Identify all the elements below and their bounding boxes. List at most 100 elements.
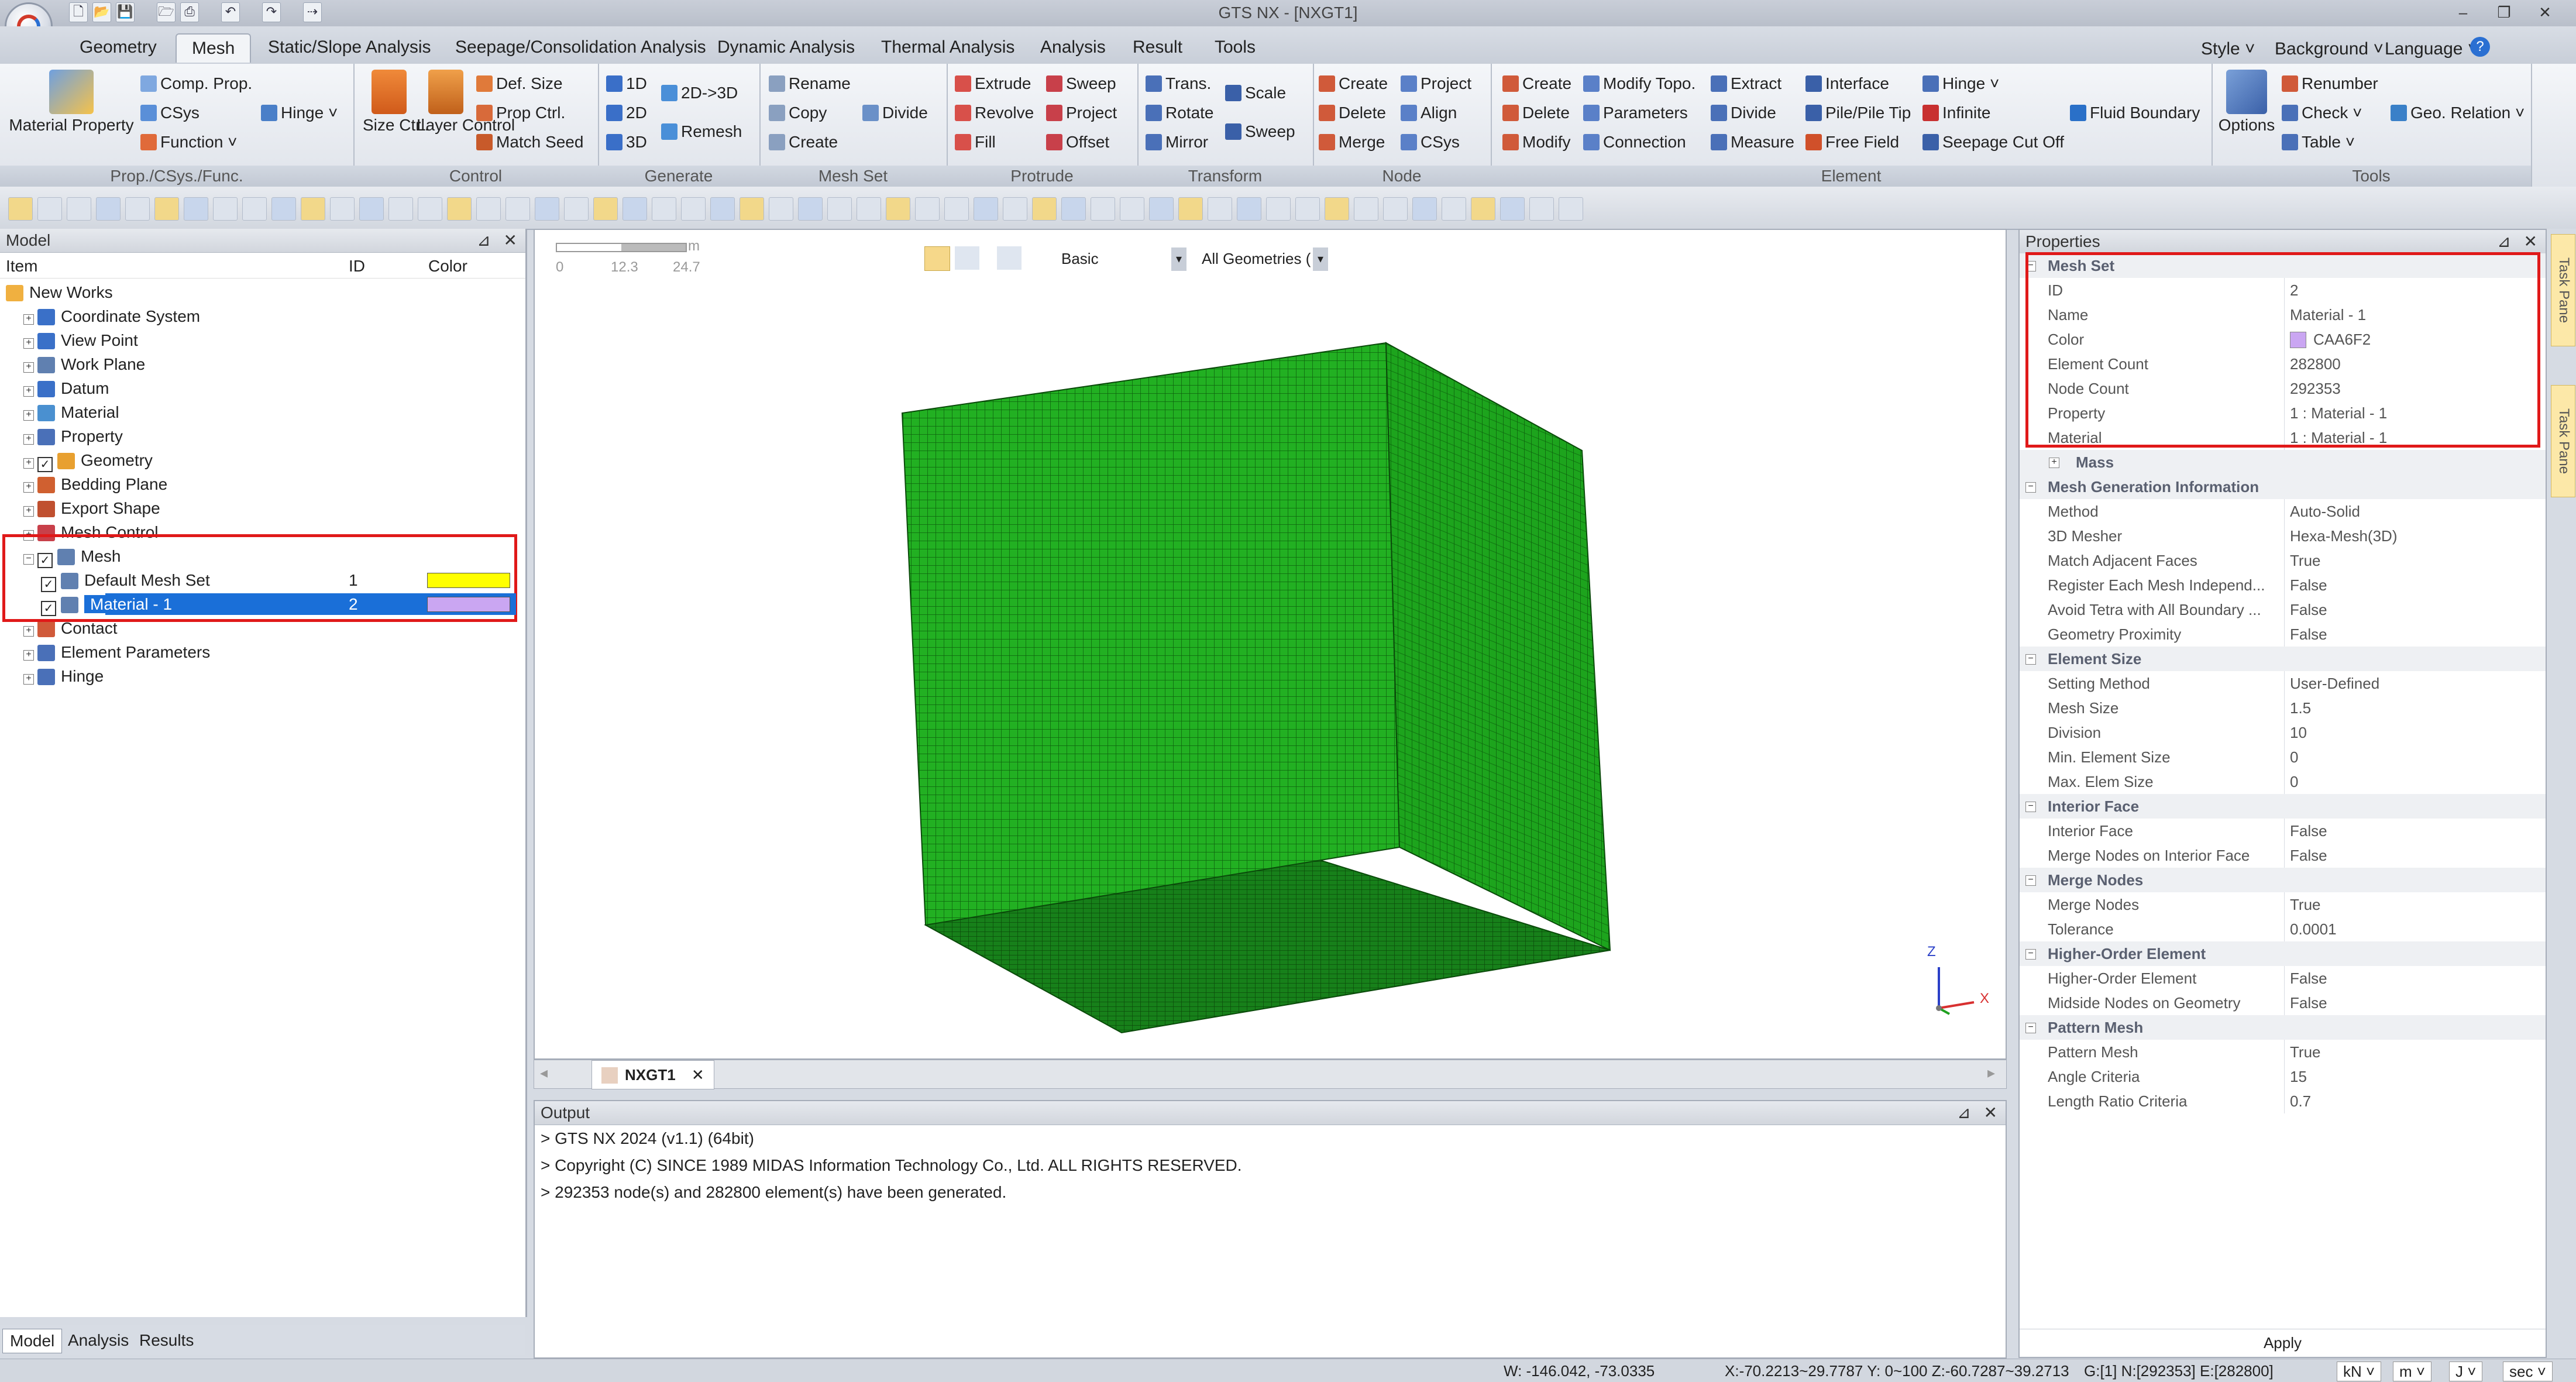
toolbar-tool-icon[interactable] (8, 197, 33, 221)
property-row[interactable]: Method Auto-Solid (2020, 499, 2546, 524)
expand-toggle-icon[interactable]: + (23, 482, 34, 493)
property-row[interactable]: Avoid Tetra with All Boundary ... False (2020, 597, 2546, 622)
property-row[interactable]: Interior Face False (2020, 819, 2546, 843)
property-category[interactable]: − Higher-Order Element (2020, 941, 2546, 966)
toolbar-tool-icon[interactable] (418, 197, 442, 221)
toolbar-tool-icon[interactable] (359, 197, 384, 221)
toolbar-tool-icon[interactable] (1500, 197, 1525, 221)
offset-button[interactable]: Offset (1046, 133, 1109, 152)
bottom-tab-results[interactable]: Results (132, 1329, 201, 1352)
tree-item[interactable]: + Material (0, 400, 525, 424)
style-menu[interactable]: Style ˅ (2201, 39, 2255, 59)
pin-properties-icon[interactable]: ⊿ (2497, 230, 2510, 253)
property-row[interactable]: Match Adjacent Faces True (2020, 548, 2546, 573)
toolbar-tool-icon[interactable] (1061, 197, 1086, 221)
csys-node-button[interactable]: CSys (1401, 133, 1460, 152)
pin-output-icon[interactable]: ⊿ (1957, 1101, 1970, 1125)
tab-dynamic-analysis[interactable]: Dynamic Analysis (702, 33, 870, 61)
restore-icon[interactable]: ❐ (2486, 1, 2522, 23)
property-row[interactable]: Max. Elem Size 0 (2020, 769, 2546, 794)
save-icon[interactable]: 💾 (116, 2, 135, 22)
tab-thermal-analysis[interactable]: Thermal Analysis (866, 33, 1030, 61)
toolbar-tool-icon[interactable] (154, 197, 179, 221)
create-element-button[interactable]: Create (1502, 74, 1571, 93)
toolbar-tool-icon[interactable] (535, 197, 559, 221)
property-value[interactable]: 0 (2290, 745, 2298, 769)
tab-result[interactable]: Result (1117, 33, 1198, 61)
redo-icon[interactable]: ↷ (262, 2, 281, 22)
toolbar-tool-icon[interactable] (1091, 197, 1115, 221)
property-value[interactable]: False (2290, 622, 2327, 647)
category-toggle-icon[interactable]: − (2025, 1023, 2036, 1033)
tab-tools[interactable]: Tools (1199, 33, 1271, 61)
property-value[interactable]: Hexa-Mesh(3D) (2290, 524, 2398, 548)
category-toggle-icon[interactable]: − (2025, 482, 2036, 493)
modify-element-button[interactable]: Modify (1502, 133, 1570, 152)
toolbar-tool-icon[interactable] (652, 197, 676, 221)
interface-button[interactable]: Interface (1805, 74, 1889, 93)
fill-button[interactable]: Fill (955, 133, 996, 152)
toolbar-tool-icon[interactable] (96, 197, 121, 221)
expand-toggle-icon[interactable]: + (23, 626, 34, 637)
task-pane-tab-1[interactable]: Task Pane (2551, 234, 2575, 346)
property-row[interactable]: Angle Criteria 15 (2020, 1064, 2546, 1089)
mesh-1d-button[interactable]: 1D (606, 74, 647, 93)
toolbar-tool-icon[interactable] (271, 197, 296, 221)
unit-force-select[interactable]: kN ˅ (2337, 1362, 2382, 1381)
scroll-left-icon[interactable]: ◂ (540, 1064, 548, 1082)
merge-node-button[interactable]: Merge (1319, 133, 1385, 152)
property-row[interactable]: Length Ratio Criteria 0.7 (2020, 1089, 2546, 1113)
toolbar-tool-icon[interactable] (886, 197, 910, 221)
open-folder-icon[interactable]: 📂 (92, 2, 111, 22)
toolbar-tool-icon[interactable] (505, 197, 530, 221)
property-value[interactable]: 15 (2290, 1064, 2307, 1089)
tree-item[interactable]: + ✓ Geometry (0, 448, 525, 472)
connection-button[interactable]: Connection (1583, 133, 1686, 152)
category-toggle-icon[interactable]: + (2049, 458, 2059, 468)
tab-seepage-consolidation-analysis[interactable]: Seepage/Consolidation Analysis (440, 33, 721, 61)
sweep-protrude-button[interactable]: Sweep (1046, 74, 1116, 93)
toolbar-tool-icon[interactable] (974, 197, 998, 221)
unit-energy-select[interactable]: J ˅ (2449, 1362, 2483, 1381)
column-item[interactable]: Item (6, 255, 37, 278)
property-row[interactable]: Higher-Order Element False (2020, 966, 2546, 991)
save-all-icon[interactable]: 🗁 (157, 2, 176, 22)
toolbar-tool-icon[interactable] (681, 197, 706, 221)
scroll-right-icon[interactable]: ▸ (1987, 1064, 1995, 1082)
print-icon[interactable]: ⎙ (180, 2, 199, 22)
toolbar-tool-icon[interactable] (740, 197, 764, 221)
toolbar-tool-icon[interactable] (1149, 197, 1174, 221)
property-row[interactable]: Min. Element Size 0 (2020, 745, 2546, 769)
toolbar-tool-icon[interactable] (184, 197, 208, 221)
bottom-tab-model[interactable]: Model (2, 1329, 63, 1353)
property-value[interactable]: False (2290, 843, 2327, 868)
expand-toggle-icon[interactable]: + (23, 338, 34, 349)
material-property-button[interactable]: Material Property (7, 70, 136, 134)
toolbar-tool-icon[interactable] (622, 197, 647, 221)
measure-button[interactable]: Measure (1711, 133, 1794, 152)
property-value[interactable]: User-Defined (2290, 671, 2379, 696)
toolbar-tool-icon[interactable] (710, 197, 735, 221)
remesh-button[interactable]: Remesh (661, 122, 742, 141)
property-row[interactable]: Merge Nodes on Interior Face False (2020, 843, 2546, 868)
property-category[interactable]: − Merge Nodes (2020, 868, 2546, 892)
toolbar-tool-icon[interactable] (476, 197, 501, 221)
toolbar-tool-icon[interactable] (1442, 197, 1466, 221)
category-toggle-icon[interactable]: − (2025, 949, 2036, 960)
divide-meshset-button[interactable]: Divide (862, 104, 928, 122)
unit-length-select[interactable]: m ˅ (2393, 1362, 2432, 1381)
expand-toggle-icon[interactable]: + (23, 458, 34, 469)
2d-to-3d-button[interactable]: 2D->3D (661, 84, 738, 102)
rename-button[interactable]: Rename (769, 74, 851, 93)
comp-prop-button[interactable]: Comp. Prop. (140, 74, 252, 93)
expand-toggle-icon[interactable]: + (23, 314, 34, 325)
property-category[interactable]: − Pattern Mesh (2020, 1015, 2546, 1040)
trans-button[interactable]: Trans. (1146, 74, 1211, 93)
toolbar-tool-icon[interactable] (1208, 197, 1232, 221)
toolbar-tool-icon[interactable] (213, 197, 238, 221)
property-row[interactable]: Geometry Proximity False (2020, 622, 2546, 647)
modify-topo-button[interactable]: Modify Topo. (1583, 74, 1695, 93)
divide-element-button[interactable]: Divide (1711, 104, 1776, 122)
property-row[interactable]: Setting Method User-Defined (2020, 671, 2546, 696)
property-row[interactable]: Pattern Mesh True (2020, 1040, 2546, 1064)
